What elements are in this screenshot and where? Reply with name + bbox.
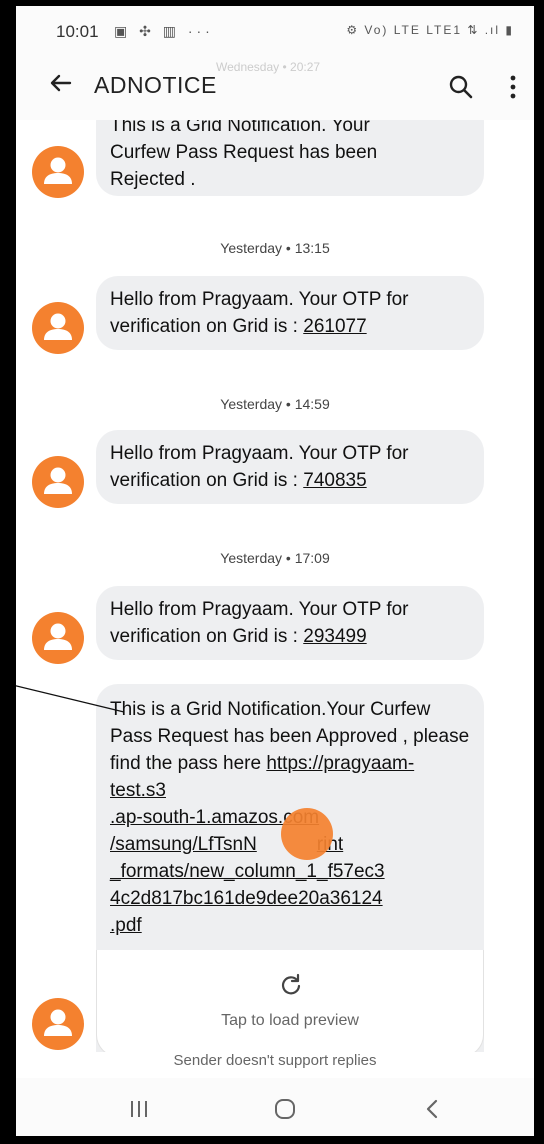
reload-icon[interactable]	[277, 972, 303, 998]
message-bubble[interactable]: Hello from Pragyaam. Your OTP for verifi…	[96, 276, 484, 350]
app-bar: Wednesday • 20:27 ADNOTICE	[16, 54, 534, 120]
message-bubble[interactable]: This is a Grid Notification. Your Curfew…	[96, 120, 484, 196]
notification-icons: ▣ ✣ ▥ ···	[114, 23, 214, 39]
status-bar: 10:01 ▣ ✣ ▥ ··· ⚙ Vo) LTE LTE1 ⇅ .ıl ▮	[16, 6, 534, 54]
arrow-left-icon[interactable]	[46, 68, 76, 98]
frame-border-bottom	[0, 1136, 544, 1144]
message-list[interactable]: This is a Grid Notification. Your Curfew…	[16, 120, 534, 1052]
message-text: Hello from Pragyaam. Your OTP for verifi…	[110, 289, 409, 337]
frame-border-top	[0, 0, 544, 6]
navigation-bar	[16, 1078, 534, 1136]
message-timestamp: Yesterday • 13:15	[220, 240, 330, 256]
sender-avatar	[32, 302, 84, 354]
reply-note: Sender doesn't support replies	[173, 1052, 377, 1069]
message-bubble[interactable]: Hello from Pragyaam. Your OTP for verifi…	[96, 430, 484, 504]
status-time: 10:01	[56, 22, 99, 41]
phone-screen: 10:01 ▣ ✣ ▥ ··· ⚙ Vo) LTE LTE1 ⇅ .ıl ▮ W…	[0, 0, 544, 1144]
sender-avatar	[32, 146, 84, 198]
recent-apps-icon[interactable]	[128, 1100, 150, 1118]
otp-link[interactable]: 261077	[303, 316, 366, 337]
home-icon[interactable]	[274, 1098, 296, 1120]
conversation-title: ADNOTICE	[94, 72, 217, 98]
sender-avatar	[32, 998, 84, 1050]
frame-border-left	[0, 0, 16, 1144]
ghost-date-label: Wednesday • 20:27	[216, 60, 321, 74]
back-nav-icon[interactable]	[424, 1098, 440, 1120]
message-text: This is a Grid Notification. Your Curfew…	[110, 120, 378, 190]
message-timestamp: Yesterday • 17:09	[220, 550, 330, 566]
message-text: Hello from Pragyaam. Your OTP for verifi…	[110, 443, 409, 491]
more-vert-icon[interactable]	[508, 72, 518, 102]
message-bubble[interactable]: Hello from Pragyaam. Your OTP for verifi…	[96, 586, 484, 660]
link-preview[interactable]: Tap to load preview	[96, 950, 484, 1052]
message-timestamp: Yesterday • 14:59	[220, 396, 330, 412]
search-icon[interactable]	[448, 74, 474, 100]
message-text: Hello from Pragyaam. Your OTP for verifi…	[110, 599, 409, 647]
frame-border-right	[534, 0, 544, 1144]
otp-link[interactable]: 293499	[303, 626, 366, 647]
sender-avatar	[32, 612, 84, 664]
system-icons: ⚙ Vo) LTE LTE1 ⇅ .ıl ▮	[346, 23, 514, 37]
pass-link[interactable]: https://pragyaam-test.s3 .ap-south-1.ama…	[110, 753, 414, 936]
otp-link[interactable]: 740835	[303, 470, 366, 491]
sender-avatar	[32, 456, 84, 508]
preview-label: Tap to load preview	[221, 1012, 359, 1029]
annotation-dot	[281, 808, 333, 860]
